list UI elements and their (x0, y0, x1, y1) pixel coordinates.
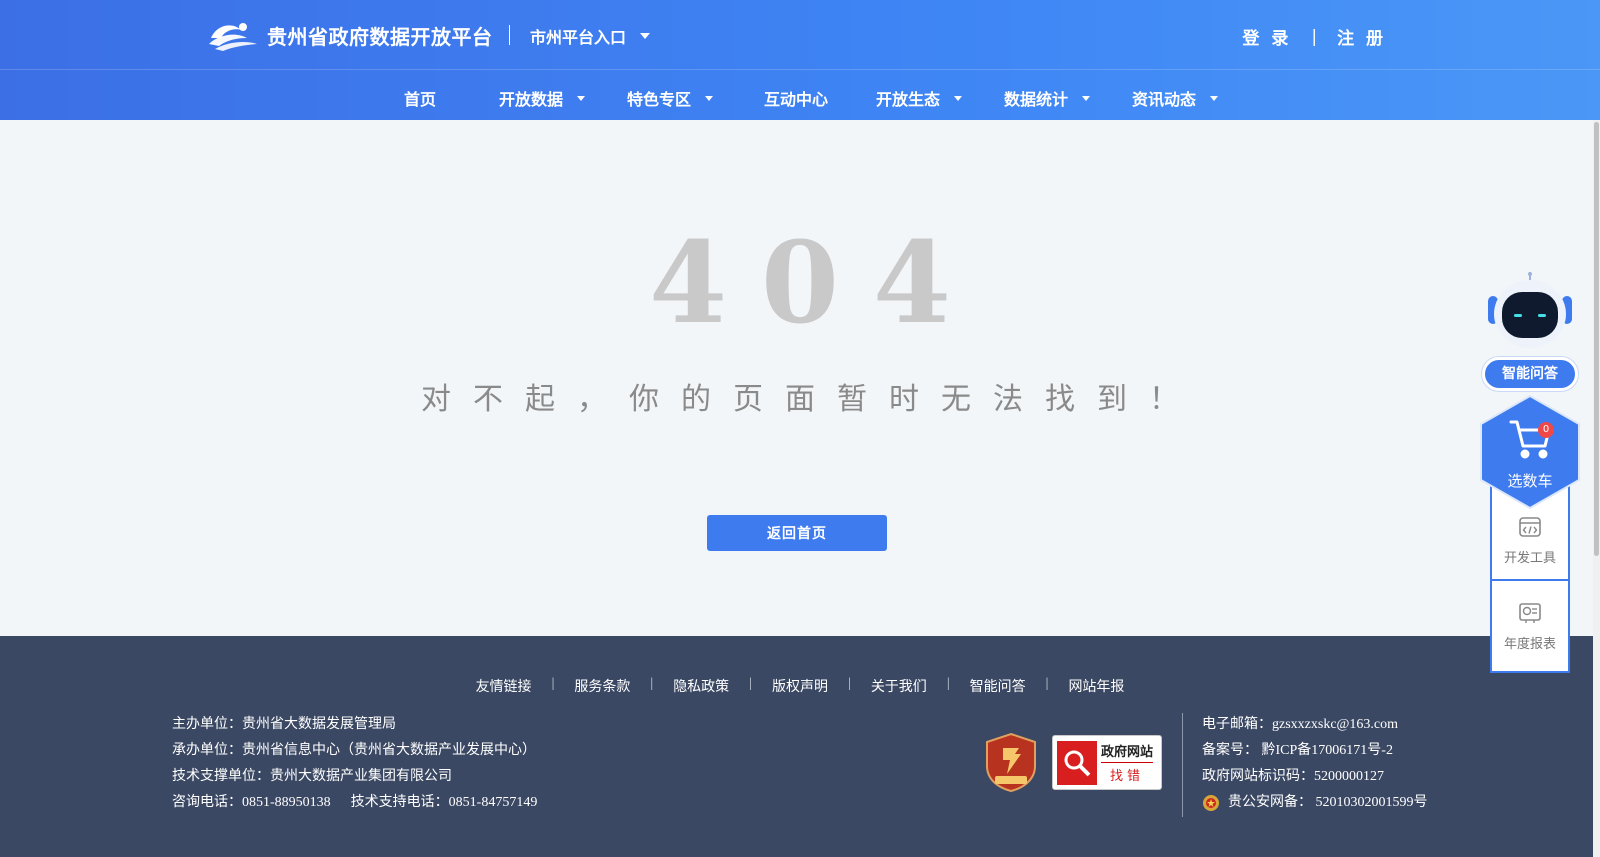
error-message: 对不起，你的页面暂时无法找到！ (421, 382, 1201, 417)
nav-interaction-label: 互动中心 (764, 90, 829, 109)
footer-link-separator: | (946, 676, 950, 691)
footer-link-friends[interactable]: 友情链接 (476, 676, 532, 696)
gov-site-error-report[interactable]: 政府网站 找错 (1052, 735, 1162, 790)
find-error-label: 找错 (1110, 769, 1145, 784)
robot-icon[interactable] (1484, 270, 1576, 352)
nav-ecosystem[interactable]: 开放生态 (876, 86, 963, 110)
return-home-button[interactable]: 返回首页 (707, 515, 887, 551)
caret-down-icon (954, 95, 963, 101)
footer-org-info: 主办单位：贵州省大数据发展管理局 承办单位：贵州省信息中心（贵州省大数据产业发展… (172, 712, 537, 816)
nav-statistics-label: 数据统计 (1004, 90, 1069, 109)
tech-support-phone: 技术支持电话：0851-84757149 (350, 795, 538, 810)
login-link[interactable]: 登 录 (1242, 24, 1291, 49)
footer-link-about[interactable]: 关于我们 (871, 676, 927, 696)
caret-down-icon (1082, 95, 1091, 101)
register-link[interactable]: 注 册 (1337, 24, 1386, 49)
nav-interaction[interactable]: 互动中心 (764, 86, 828, 110)
cart-count-badge: 0 (1538, 422, 1554, 438)
footer-link-separator: | (848, 676, 851, 691)
nav-news[interactable]: 资讯动态 (1132, 86, 1219, 110)
gov-site-error-text: 政府网站 找错 (1101, 741, 1154, 784)
city-platform-dropdown[interactable]: 市州平台入口 (530, 24, 651, 48)
police-emblem-icon (1203, 795, 1219, 811)
auth-links: 登 录 | 注 册 (1242, 24, 1386, 50)
city-platform-label: 市州平台入口 (530, 28, 627, 47)
footer-link-ai-qa[interactable]: 智能问答 (970, 676, 1026, 696)
nav-special-zone-label: 特色专区 (627, 90, 692, 109)
host-unit: 主办单位：贵州省大数据发展管理局 (172, 717, 396, 732)
report-icon (1519, 602, 1541, 623)
nav-open-data[interactable]: 开放数据 (499, 86, 586, 110)
caret-down-icon (705, 95, 714, 101)
site-logo[interactable]: 贵州省政府数据开放平台 (207, 18, 493, 52)
nav-home-label: 首页 (404, 90, 437, 109)
gov-site-id: 政府网站标识码：5200000127 (1202, 769, 1384, 784)
consult-phone: 咨询电话：0851-88950138 (172, 795, 331, 810)
logo-cloud-icon (209, 23, 257, 51)
nav-news-label: 资讯动态 (1132, 90, 1197, 109)
party-badge-icon[interactable] (985, 732, 1037, 792)
footer-divider (1182, 713, 1183, 817)
footer-link-separator: | (650, 676, 654, 691)
footer-link-separator: | (749, 676, 752, 691)
footer-link-terms[interactable]: 服务条款 (574, 676, 630, 696)
gov-site-label: 政府网站 (1101, 741, 1154, 763)
header-divider (509, 25, 510, 45)
tech-support-unit: 技术支撑单位：贵州大数据产业集团有限公司 (172, 769, 452, 784)
nav-statistics[interactable]: 数据统计 (1004, 86, 1091, 110)
footer-link-separator: | (551, 676, 555, 691)
site-header: 贵州省政府数据开放平台 市州平台入口 登 录 | 注 册 首页 开放数据 特色专… (0, 0, 1600, 120)
ai-qa-button[interactable]: 智能问答 (1482, 357, 1578, 391)
nav-open-data-label: 开放数据 (499, 90, 564, 109)
footer-links: 友情链接 | 服务条款 | 隐私政策 | 版权声明 | 关于我们 | 智能问答 … (0, 676, 1600, 696)
contact-phones: 咨询电话：0851-88950138 技术支持电话：0851-84757149 (172, 790, 537, 816)
caret-down-icon (1210, 95, 1219, 101)
side-tools-panel: 开发工具 年度报表 (1490, 485, 1570, 673)
cart-label: 选数车 (1507, 472, 1553, 490)
caret-down-icon (577, 95, 586, 101)
scrollbar-thumb[interactable] (1594, 122, 1599, 556)
page-scrollbar[interactable] (1593, 120, 1600, 857)
footer-link-annual-report[interactable]: 网站年报 (1068, 676, 1124, 696)
main-nav: 首页 开放数据 特色专区 互动中心 开放生态 数据统计 资讯动态 (0, 72, 1600, 120)
police-record: 贵公安网备： 52010302001599号 (1228, 795, 1428, 810)
top-bar: 贵州省政府数据开放平台 市州平台入口 登 录 | 注 册 (0, 0, 1600, 70)
footer-link-privacy[interactable]: 隐私政策 (673, 676, 729, 696)
magnifier-icon (1057, 740, 1097, 785)
error-section: 404 对不起，你的页面暂时无法找到！ 返回首页 (0, 120, 1600, 636)
nav-ecosystem-label: 开放生态 (876, 90, 941, 109)
data-cart-button[interactable] (1479, 394, 1581, 510)
footer-link-separator: | (1045, 676, 1049, 691)
nav-home[interactable]: 首页 (404, 86, 436, 110)
code-icon (1519, 516, 1541, 537)
footer-link-copyright[interactable]: 版权声明 (772, 676, 828, 696)
icp-record[interactable]: 备案号： 黔ICP备17006171号-2 (1202, 738, 1428, 764)
contact-email: 电子邮箱：gzsxxzxskc@163.com (1202, 717, 1399, 732)
annual-report-label: 年度报表 (1503, 636, 1556, 652)
dev-tools-label: 开发工具 (1503, 550, 1556, 566)
nav-special-zone[interactable]: 特色专区 (627, 86, 714, 110)
police-record-row[interactable]: 贵公安网备： 52010302001599号 (1202, 790, 1428, 816)
error-code: 404 (649, 218, 985, 349)
organizer-unit: 承办单位：贵州省信息中心（贵州省大数据产业发展中心） (172, 743, 536, 758)
annual-report-button[interactable]: 年度报表 (1492, 579, 1568, 671)
site-footer: 友情链接 | 服务条款 | 隐私政策 | 版权声明 | 关于我们 | 智能问答 … (0, 636, 1600, 857)
site-title: 贵州省政府数据开放平台 (267, 24, 493, 49)
footer-registration-info: 电子邮箱：gzsxxzxskc@163.com 备案号： 黔ICP备170061… (1202, 712, 1428, 816)
auth-separator: | (1311, 26, 1318, 47)
caret-down-icon (640, 33, 651, 39)
